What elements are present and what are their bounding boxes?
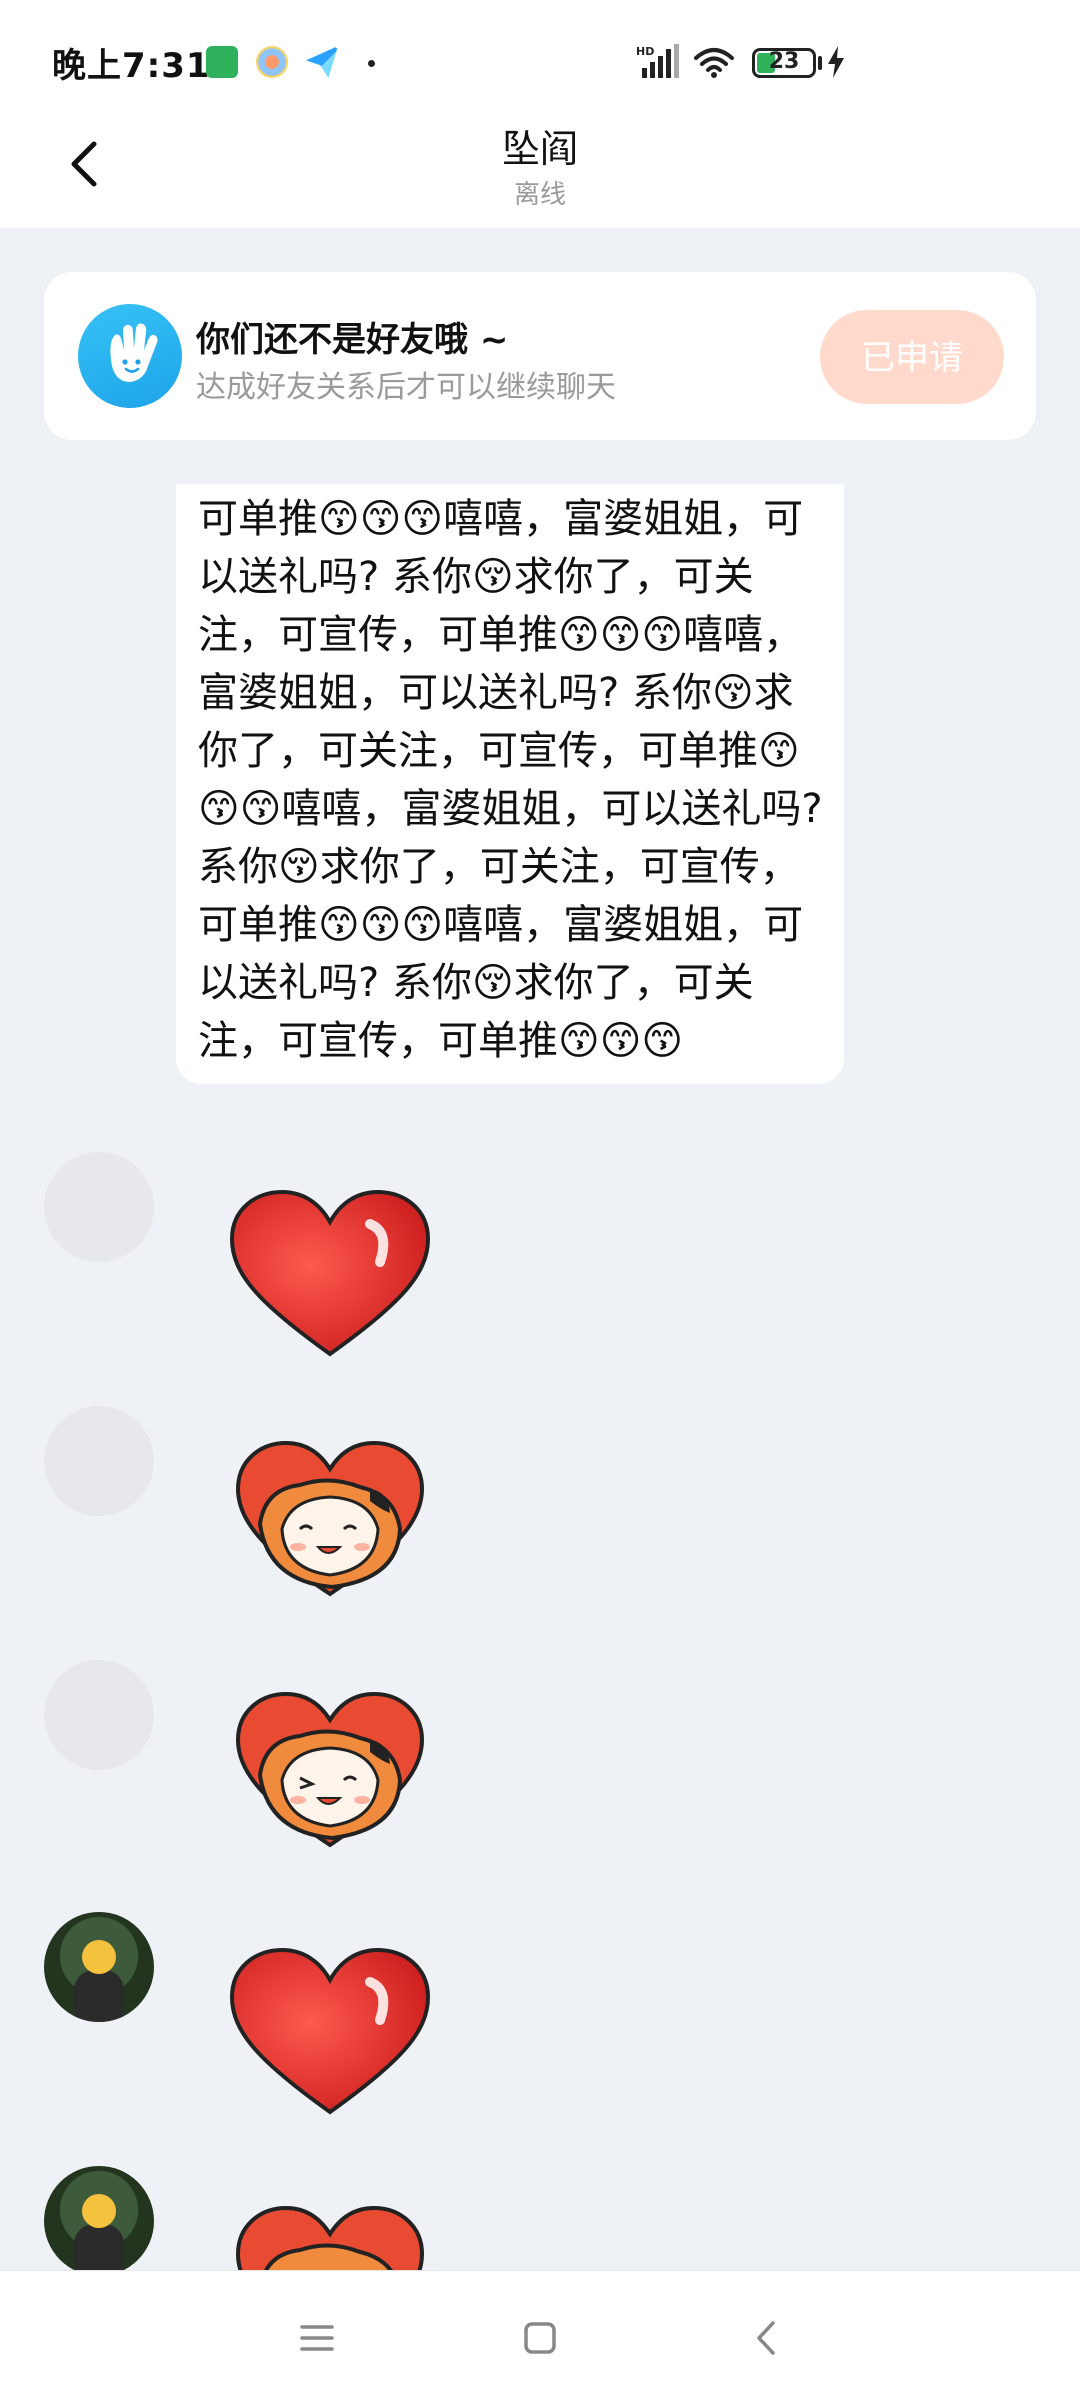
status-bar: 晚上7:31 HD 23 (0, 0, 1080, 110)
avatar[interactable] (44, 1406, 154, 1516)
heart-sticker[interactable] (220, 1942, 440, 2122)
message-bubble[interactable]: 可单推😙😙😙嘻嘻，富婆姐姐，可以送礼吗? 系你😚求你了，可关注，可宣传，可单推😙… (176, 484, 844, 1084)
friend-status-card: 你们还不是好友哦 ~ 达成好友关系后才可以继续聊天 已申请 (44, 272, 1036, 440)
charging-icon (828, 46, 844, 78)
chat-title[interactable]: 坠阎 (0, 118, 1080, 173)
battery-level: 23 (768, 49, 800, 74)
menu-icon[interactable] (290, 2311, 344, 2365)
game-notification-icon (256, 46, 288, 78)
heart-hug-girl-sticker[interactable] (220, 2194, 440, 2270)
more-notifications-dot (368, 60, 375, 67)
friend-card-subtitle: 达成好友关系后才可以继续聊天 (196, 370, 616, 405)
home-icon[interactable] (513, 2311, 567, 2365)
message-list[interactable]: 可单推😙😙😙嘻嘻，富婆姐姐，可以送礼吗? 系你😚求你了，可关注，可宣传，可单推😙… (0, 484, 1080, 2270)
battery-icon: 23 (752, 48, 816, 78)
avatar[interactable] (44, 1152, 154, 1262)
app-notification-icon (206, 46, 238, 78)
status-time: 晚上7:31 (52, 46, 211, 86)
heart-hug-girl-sticker[interactable] (220, 1680, 440, 1860)
heart-sticker[interactable] (220, 1184, 440, 1364)
online-status: 离线 (513, 180, 566, 210)
network-label: HD (636, 45, 654, 58)
avatar[interactable] (44, 2166, 154, 2270)
message-text: 可单推😙😙😙嘻嘻，富婆姐姐，可以送礼吗? 系你😚求你了，可关注，可宣传，可单推😙… (198, 496, 823, 1064)
back-icon[interactable] (740, 2311, 794, 2365)
wave-hand-icon (78, 304, 182, 408)
avatar[interactable] (44, 1660, 154, 1770)
avatar[interactable] (44, 1912, 154, 2022)
system-nav-bar (0, 2270, 1080, 2400)
friend-card-title: 你们还不是好友哦 ~ (196, 320, 509, 360)
wifi-icon (694, 48, 734, 78)
applied-button[interactable]: 已申请 (820, 310, 1004, 404)
chat-header: 坠阎 离线 (0, 110, 1080, 228)
send-notification-icon (306, 46, 338, 78)
heart-hug-girl-sticker[interactable] (220, 1429, 440, 1609)
signal-icon: HD (636, 44, 679, 78)
